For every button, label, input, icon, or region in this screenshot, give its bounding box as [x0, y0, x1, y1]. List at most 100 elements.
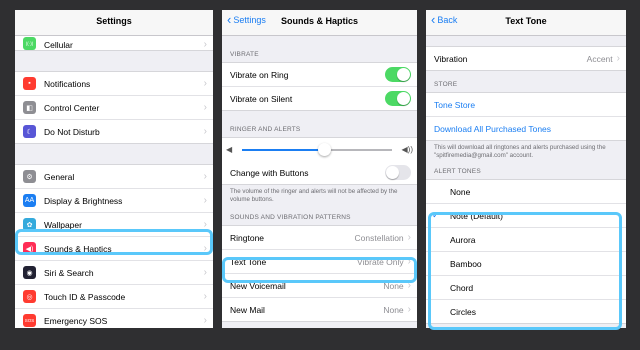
settings-group-alerts: ▪ Notifications › ◧ Control Center › ☾ Do Not D… [15, 71, 213, 144]
tone-item-note-default[interactable]: ✓ Note (Default) [426, 204, 626, 228]
vibrate-on-silent-row: Vibrate on Silent [222, 87, 417, 110]
sounds-navbar: ‹ Settings Sounds & Haptics [222, 10, 417, 36]
settings-item-sounds-haptics[interactable]: ◀) Sounds & Haptics › [15, 237, 213, 261]
chevron-right-icon: › [203, 315, 207, 326]
chevron-right-icon: › [203, 126, 207, 137]
settings-navbar: Settings [15, 10, 213, 36]
patterns-header: SOUNDS AND VIBRATION PATTERNS [230, 214, 351, 221]
settings-item-new-mail[interactable]: New Mail None › [222, 298, 417, 321]
gear-icon: ⚙ [23, 170, 36, 183]
tone-label: Bamboo [450, 258, 482, 269]
siri-icon: ◉ [23, 266, 36, 279]
settings-item-emergency-sos[interactable]: SOS Emergency SOS › [15, 309, 213, 328]
download-tones-row[interactable]: Download All Purchased Tones [426, 117, 626, 140]
download-tones-link: Download All Purchased Tones [434, 123, 552, 134]
sounds-title: Sounds & Haptics [280, 16, 358, 26]
item-label: Display & Brightness [44, 195, 123, 206]
item-label: Text Tone [230, 256, 267, 267]
tone-label: Chord [450, 282, 474, 293]
vibrate-group: Vibrate on Ring Vibrate on Silent [222, 62, 417, 111]
alert-tones-group: None ✓ Note (Default) Aurora Bamboo Chord Circ… [426, 179, 626, 324]
tone-label: Circles [450, 306, 476, 317]
settings-item-control-center[interactable]: ◧ Control Center › [15, 96, 213, 120]
chevron-right-icon: › [203, 195, 207, 206]
texttone-panel: ‹ Back Text Tone Vibration Accent › STOR… [426, 10, 626, 328]
item-label: Touch ID & Passcode [44, 291, 126, 302]
tone-item-bamboo[interactable]: Bamboo [426, 252, 626, 276]
cellular-icon: ((·)) [23, 37, 36, 50]
settings-item-cellular[interactable]: ((·)) Cellular › [15, 36, 213, 50]
change-buttons-group: Change with Buttons [222, 161, 417, 185]
vibrate-on-ring-toggle[interactable] [385, 67, 411, 82]
chevron-right-icon: › [203, 102, 207, 113]
speaker-icon: ◀) [23, 242, 36, 255]
sounds-panel: ‹ Settings Sounds & Haptics VIBRATE Vibr… [222, 10, 417, 328]
vibration-label: Vibration [434, 53, 468, 64]
settings-item-touch-id-passcode[interactable]: ◎ Touch ID & Passcode › [15, 285, 213, 309]
item-label: Cellular [44, 40, 73, 50]
tone-store-link: Tone Store [434, 99, 476, 110]
settings-item-siri-search[interactable]: ◉ Siri & Search › [15, 261, 213, 285]
control-center-icon: ◧ [23, 101, 36, 114]
volume-thumb[interactable] [318, 142, 332, 156]
fingerprint-icon: ◎ [23, 290, 36, 303]
vibration-row[interactable]: Vibration Accent › [426, 47, 626, 70]
checkmark-icon: ✓ [432, 210, 440, 220]
vibration-group: Vibration Accent › [426, 46, 626, 71]
tone-store-row[interactable]: Tone Store [426, 93, 626, 117]
settings-item-display-brightness[interactable]: AA Display & Brightness › [15, 189, 213, 213]
wallpaper-icon: ✿ [23, 218, 36, 231]
item-label: Siri & Search [44, 267, 94, 278]
tone-label: None [450, 186, 471, 197]
item-value: Constellation [354, 232, 404, 243]
speaker-high-icon: ◀)) [401, 145, 413, 154]
change-with-buttons-row: Change with Buttons [222, 161, 417, 184]
volume-slider-row: ◀ ◀)) [222, 137, 417, 161]
item-label: Do Not Disturb [44, 126, 100, 137]
settings-group-network: ((·)) Cellular › [15, 36, 213, 51]
item-value: Vibrate Only [357, 256, 404, 267]
chevron-right-icon: › [407, 304, 411, 315]
item-label: Ringtone [230, 232, 265, 243]
sos-icon: SOS [23, 314, 36, 327]
volume-slider[interactable] [242, 142, 392, 156]
texttone-navbar: ‹ Back Text Tone [426, 10, 626, 36]
item-value: None [383, 280, 404, 291]
change-with-buttons-toggle[interactable] [385, 165, 411, 180]
change-with-buttons-label: Change with Buttons [230, 167, 309, 178]
vibrate-on-ring-label: Vibrate on Ring [230, 69, 289, 80]
tone-item-circles[interactable]: Circles [426, 300, 626, 323]
tone-label: Note (Default) [450, 210, 503, 221]
settings-item-new-voicemail[interactable]: New Voicemail None › [222, 274, 417, 298]
tone-item-none[interactable]: None [426, 180, 626, 204]
speaker-low-icon: ◀ [226, 145, 233, 154]
volume-fill [242, 148, 325, 151]
chevron-right-icon: › [203, 291, 207, 302]
chevron-right-icon: › [407, 256, 411, 267]
settings-title: Settings [96, 16, 132, 26]
store-header: STORE [434, 81, 458, 88]
display-brightness-icon: AA [23, 194, 36, 207]
item-label: New Mail [230, 304, 265, 315]
ringer-header: RINGER AND ALERTS [230, 126, 301, 133]
moon-icon: ☾ [23, 125, 36, 138]
texttone-title: Text Tone [505, 16, 547, 26]
tone-item-aurora[interactable]: Aurora [426, 228, 626, 252]
tone-item-chord[interactable]: Chord [426, 276, 626, 300]
patterns-group: Ringtone Constellation › Text Tone Vibrate O… [222, 225, 417, 322]
settings-item-ringtone[interactable]: Ringtone Constellation › [222, 226, 417, 250]
item-value: None [383, 304, 404, 315]
chevron-right-icon: › [407, 280, 411, 291]
item-label: New Voicemail [230, 280, 286, 291]
vibration-value: Accent [586, 53, 613, 64]
settings-item-text-tone[interactable]: Text Tone Vibrate Only › [222, 250, 417, 274]
vibrate-on-silent-toggle[interactable] [385, 91, 411, 106]
store-note: This will download all ringtones and ale… [434, 144, 606, 159]
settings-group-general: ⚙ General › AA Display & Brightness › ✿ Wallpap… [15, 164, 213, 328]
settings-item-general[interactable]: ⚙ General › [15, 165, 213, 189]
vibrate-on-silent-label: Vibrate on Silent [230, 93, 293, 104]
settings-item-notifications[interactable]: ▪ Notifications › [15, 72, 213, 96]
settings-item-wallpaper[interactable]: ✿ Wallpaper › [15, 213, 213, 237]
settings-item-do-not-disturb[interactable]: ☾ Do Not Disturb › [15, 120, 213, 143]
item-label: Control Center [44, 102, 100, 113]
